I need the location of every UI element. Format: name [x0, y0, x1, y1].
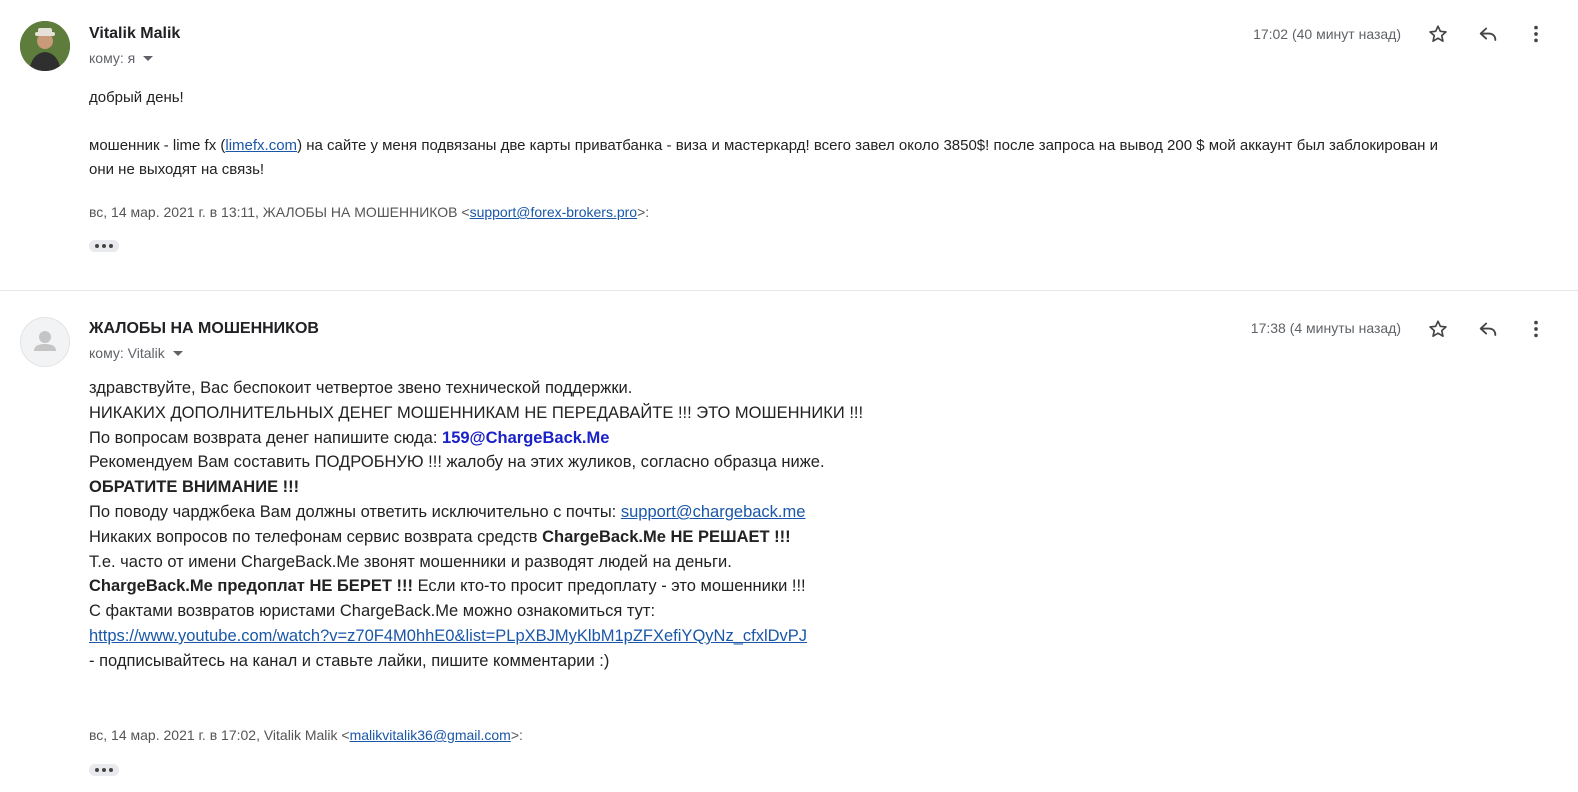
limefx-link[interactable]: limefx.com [225, 137, 297, 154]
body-line-attention: ОБРАТИТЕ ВНИМАНИЕ !!! [89, 478, 300, 497]
show-trimmed-content-button[interactable] [89, 240, 119, 252]
reply-icon [1479, 322, 1497, 336]
quote-text: >: [510, 727, 523, 743]
quote-text: >: [637, 204, 650, 220]
reply-button[interactable] [1474, 20, 1502, 48]
body-text: Если кто-то просит предоплату - это моше… [412, 577, 806, 596]
youtube-link[interactable]: https://www.youtube.com/watch?v=z70F4M0h… [89, 627, 807, 645]
quoted-email-link[interactable]: support@forex-brokers.pro [470, 204, 638, 220]
body-text: По поводу чарджбека Вам должны ответить … [89, 502, 621, 521]
body-text: мошенник - lime fx ( [89, 137, 226, 154]
message-vitalik: Vitalik Malik кому: я 17:02 (40 минут на… [0, 0, 1578, 290]
body-line: С фактами возвратов юристами ChargeBack.… [89, 602, 656, 621]
star-icon [1429, 320, 1447, 337]
more-options-button[interactable] [1522, 20, 1550, 48]
body-paragraph: мошенник - lime fx (limefx.com) на сайте… [89, 134, 1559, 158]
body-line: они не выходят на связь! [89, 161, 265, 178]
body-text: По вопросам возврата денег напишите сюда… [89, 428, 443, 447]
body-bold-text: ChargeBack.Me НЕ РЕШАЕТ !!! [542, 527, 791, 546]
body-line: НИКАКИХ ДОПОЛНИТЕЛЬНЫХ ДЕНЕГ МОШЕННИКАМ … [89, 403, 864, 422]
reply-icon [1479, 27, 1497, 41]
body-line: По вопросам возврата денег напишите сюда… [89, 426, 1489, 451]
recipient-details[interactable]: кому: я [89, 50, 154, 66]
recipient-label: кому: я [89, 50, 136, 66]
message-time: 17:38 (4 минуты назад) [1250, 320, 1401, 336]
avatar[interactable] [20, 21, 70, 71]
support-email-link[interactable]: support@chargeback.me [621, 503, 806, 521]
more-vert-icon [1534, 25, 1538, 43]
quoted-header: вс, 14 мар. 2021 г. в 17:02, Vitalik Mal… [89, 727, 523, 743]
more-options-button[interactable] [1522, 315, 1550, 343]
body-line: По поводу чарджбека Вам должны ответить … [89, 500, 1489, 525]
body-line: здравствуйте, Вас беспокоит четвертое зв… [89, 379, 633, 397]
recipient-details[interactable]: кому: Vitalik [89, 345, 183, 361]
body-line: - подписывайтесь на канал и ставьте лайк… [89, 651, 610, 670]
body-line: Т.е. часто от имени ChargeBack.Me звонят… [89, 552, 732, 571]
body-text: ) на сайте у меня подвязаны две карты пр… [297, 137, 1439, 154]
body-text: Никаких вопросов по телефонам сервис воз… [89, 527, 543, 546]
greeting: добрый день! [89, 89, 184, 106]
body-line: Никаких вопросов по телефонам сервис воз… [89, 525, 1489, 550]
recipient-label: кому: Vitalik [89, 345, 165, 361]
more-horiz-icon [95, 244, 99, 248]
body-line: https://www.youtube.com/watch?v=z70F4M0h… [89, 624, 1489, 649]
message-complaints: ЖАЛОБЫ НА МОШЕННИКОВ кому: Vitalik 17:38… [0, 291, 1578, 792]
chargeback-email[interactable]: 159@ChargeBack.Me [442, 429, 609, 447]
quoted-email-link[interactable]: malikvitalik36@gmail.com [350, 727, 511, 743]
sender-name[interactable]: Vitalik Malik [89, 25, 180, 43]
star-button[interactable] [1424, 315, 1452, 343]
show-trimmed-content-button[interactable] [89, 764, 119, 776]
body-line: Рекомендуем Вам составить ПОДРОБНУЮ !!! … [89, 453, 825, 472]
more-vert-icon [1534, 320, 1538, 338]
body-line: ChargeBack.Me предоплат НЕ БЕРЕТ !!! Есл… [89, 574, 1489, 599]
avatar[interactable] [20, 317, 70, 367]
chevron-down-icon[interactable] [172, 350, 183, 356]
chevron-down-icon[interactable] [143, 55, 154, 61]
body-bold-text: ChargeBack.Me предоплат НЕ БЕРЕТ !!! [89, 577, 413, 596]
message-body: здравствуйте, Вас беспокоит четвертое зв… [89, 376, 1489, 674]
quoted-header: вс, 14 мар. 2021 г. в 13:11, ЖАЛОБЫ НА М… [89, 204, 649, 220]
message-body: добрый день! мошенник - lime fx (limefx.… [89, 86, 1559, 182]
message-time: 17:02 (40 минут назад) [1253, 26, 1401, 42]
reply-button[interactable] [1474, 315, 1502, 343]
more-horiz-icon [95, 768, 99, 772]
quote-text: вс, 14 мар. 2021 г. в 13:11, ЖАЛОБЫ НА М… [89, 204, 470, 220]
star-button[interactable] [1424, 20, 1452, 48]
sender-name[interactable]: ЖАЛОБЫ НА МОШЕННИКОВ [89, 320, 319, 338]
quote-text: вс, 14 мар. 2021 г. в 17:02, Vitalik Mal… [89, 727, 350, 743]
star-icon [1429, 25, 1447, 42]
